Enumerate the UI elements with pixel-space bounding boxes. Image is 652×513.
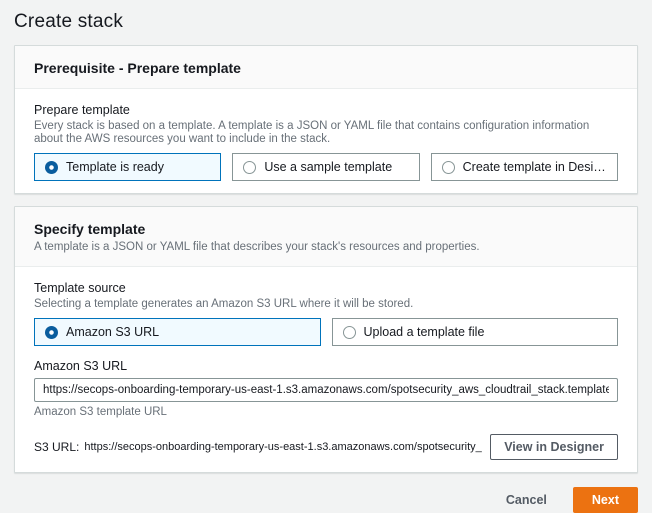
specify-template-description: A template is a JSON or YAML file that d… [34,241,618,254]
page-title: Create stack [14,0,638,45]
template-source-options: Amazon S3 URL Upload a template file [34,318,618,346]
option-use-sample-template[interactable]: Use a sample template [232,153,419,181]
amazon-s3-url-input[interactable] [34,378,618,402]
specify-template-card: Specify template A template is a JSON or… [14,206,638,473]
option-label: Amazon S3 URL [66,325,159,339]
specify-template-title: Specify template [34,221,618,237]
prerequisite-card-body: Prepare template Every stack is based on… [15,89,637,193]
prepare-template-description: Every stack is based on a template. A te… [34,120,618,146]
template-source-description: Selecting a template generates an Amazon… [34,298,618,311]
template-source-label: Template source [34,281,618,296]
s3-url-row-label: S3 URL: [34,440,79,454]
option-label: Create template in Designer [463,160,607,174]
option-amazon-s3-url[interactable]: Amazon S3 URL [34,318,321,346]
radio-unselected-icon [343,326,356,339]
option-create-template-in-designer[interactable]: Create template in Designer [431,153,618,181]
s3-url-value: https://secops-onboarding-temporary-us-e… [84,441,482,453]
option-upload-template-file[interactable]: Upload a template file [332,318,619,346]
option-label: Template is ready [66,160,164,174]
option-label: Upload a template file [364,325,485,339]
prerequisite-card-header: Prerequisite - Prepare template [15,46,637,89]
prepare-template-options: Template is ready Use a sample template … [34,153,618,181]
next-button[interactable]: Next [573,487,638,513]
cancel-button[interactable]: Cancel [506,487,547,513]
specify-template-card-body: Template source Selecting a template gen… [15,267,637,472]
create-stack-page: Create stack Prerequisite - Prepare temp… [0,0,652,513]
s3-url-summary-row: S3 URL: https://secops-onboarding-tempor… [34,434,618,460]
radio-selected-icon [45,161,58,174]
prepare-template-label: Prepare template [34,103,618,118]
radio-unselected-icon [442,161,455,174]
option-label: Use a sample template [264,160,392,174]
amazon-s3-url-helper: Amazon S3 template URL [34,406,618,419]
specify-template-card-header: Specify template A template is a JSON or… [15,207,637,267]
radio-selected-icon [45,326,58,339]
prerequisite-section-title: Prerequisite - Prepare template [34,60,618,76]
option-template-is-ready[interactable]: Template is ready [34,153,221,181]
prerequisite-card: Prerequisite - Prepare template Prepare … [14,45,638,194]
amazon-s3-url-label: Amazon S3 URL [34,359,618,374]
radio-unselected-icon [243,161,256,174]
footer-actions: Cancel Next [14,485,638,513]
view-in-designer-button[interactable]: View in Designer [490,434,618,460]
